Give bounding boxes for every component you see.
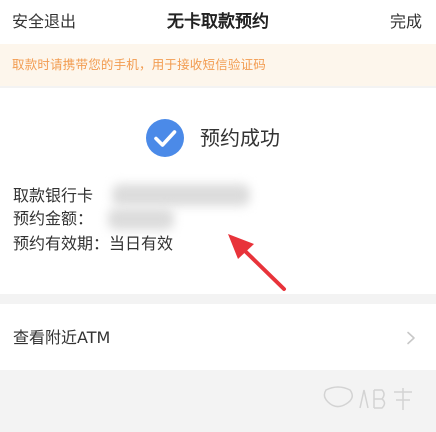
done-button[interactable]: 完成 xyxy=(390,10,422,34)
nearby-atm-row[interactable]: 查看附近ATM xyxy=(0,304,436,370)
validity-period: 预约有效期：当日有效 xyxy=(13,234,174,253)
bank-card-number-redacted xyxy=(112,184,250,206)
amount-value-redacted xyxy=(108,208,174,230)
success-text: 预约成功 xyxy=(200,126,280,150)
check-circle-icon xyxy=(146,119,184,157)
notice-bar: 取款时请携带您的手机，用于接收短信验证码 xyxy=(0,44,436,86)
top-bar: 安全退出 无卡取款预约 完成 xyxy=(0,0,436,44)
chevron-right-icon xyxy=(404,331,418,345)
nearby-atm-label: 查看附近ATM xyxy=(13,328,111,347)
bank-card-label: 取款银行卡 xyxy=(13,186,94,205)
success-status: 预约成功 xyxy=(0,118,436,158)
baidu-watermark-logo xyxy=(320,382,420,416)
secure-exit-button[interactable]: 安全退出 xyxy=(12,10,76,34)
reservation-result-card: 预约成功 取款银行卡 预约金额： 预约有效期：当日有效 xyxy=(0,88,436,294)
notice-text: 取款时请携带您的手机，用于接收短信验证码 xyxy=(12,57,267,72)
amount-label: 预约金额： xyxy=(13,209,94,228)
